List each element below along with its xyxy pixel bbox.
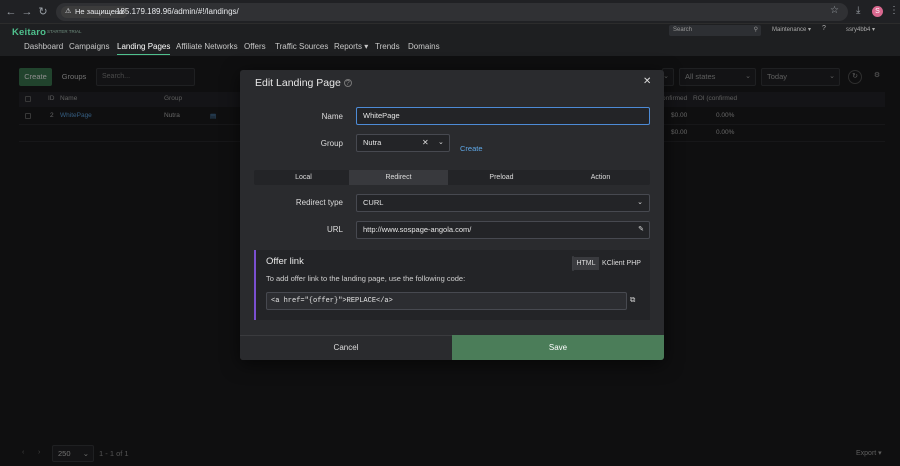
app-header: Keitaro STARTER TRIAL Search ⚲ Maintenan… [0, 24, 900, 56]
tab-redirect[interactable]: Redirect [349, 170, 448, 185]
destination-tabs: Local Redirect Preload Action [254, 170, 650, 185]
nav-offers[interactable]: Offers [244, 42, 266, 51]
reload-icon[interactable]: ↻ [36, 5, 50, 19]
offer-link-description: To add offer link to the landing page, u… [266, 274, 466, 283]
save-button[interactable]: Save [452, 335, 664, 360]
url-text[interactable]: 185.179.189.96/admin/#!/landings/ [116, 6, 239, 18]
group-select[interactable]: Nutra ✕ ⌄ [356, 134, 450, 152]
create-group-link[interactable]: Create [460, 144, 483, 153]
close-icon[interactable]: ✕ [643, 76, 651, 87]
name-field[interactable]: WhitePage [356, 107, 650, 125]
search-icon: ⚲ [753, 27, 758, 33]
code-format-toggle: HTML KClient PHP [572, 256, 641, 271]
redirect-type-label: Redirect type [295, 198, 343, 207]
nav-affiliate-networks[interactable]: Affiliate Networks [176, 42, 238, 51]
tab-preload[interactable]: Preload [452, 170, 551, 185]
warning-icon: ⚠ [65, 8, 72, 15]
global-search-input[interactable]: Search ⚲ [669, 25, 761, 36]
toggle-html[interactable]: HTML [573, 257, 599, 270]
maintenance-menu[interactable]: Maintenance ▾ [772, 26, 811, 33]
url-field[interactable]: http://www.sospage-angola.com/ ✎ [356, 221, 650, 239]
profile-avatar[interactable]: S [872, 6, 883, 17]
offer-code-field[interactable]: <a href="{offer}">REPLACE</a> [266, 292, 627, 310]
menu-icon[interactable]: ⋮ [889, 5, 899, 16]
nav-domains[interactable]: Domains [408, 42, 440, 51]
edit-landing-page-modal: Edit Landing Page? ✕ Name WhitePage Grou… [240, 70, 664, 360]
address-bar[interactable]: ⚠ Не защищено 185.179.189.96/admin/#!/lan… [56, 3, 848, 21]
nav-campaigns[interactable]: Campaigns [69, 42, 109, 51]
nav-traffic-sources[interactable]: Traffic Sources [275, 42, 328, 51]
help-icon[interactable]: ? [343, 79, 352, 88]
nav-dashboard[interactable]: Dashboard [24, 42, 63, 51]
nav-landing-pages[interactable]: Landing Pages [117, 42, 171, 55]
edit-icon[interactable]: ✎ [638, 222, 644, 238]
redirect-type-select[interactable]: CURL ⌄ [356, 194, 650, 212]
logo[interactable]: Keitaro [12, 27, 46, 38]
logo-subtitle: STARTER TRIAL [47, 29, 82, 34]
help-icon[interactable]: ? [822, 25, 826, 32]
name-label: Name [321, 112, 343, 121]
back-icon[interactable]: ← [4, 5, 18, 19]
nav-reports[interactable]: Reports ▾ [334, 42, 368, 51]
offer-link-title: Offer link [266, 256, 304, 267]
nav-trends[interactable]: Trends [375, 42, 400, 51]
forward-icon[interactable]: → [20, 5, 34, 19]
download-icon[interactable]: ⤓ [856, 5, 860, 16]
tab-action[interactable]: Action [551, 170, 650, 185]
user-menu[interactable]: ssry4bb4 ▾ [846, 26, 875, 33]
browser-toolbar: ← → ↻ ⚠ Не защищено 185.179.189.96/admin/… [0, 0, 900, 24]
tab-local[interactable]: Local [254, 170, 353, 185]
cancel-button[interactable]: Cancel [240, 335, 452, 360]
star-icon[interactable]: ☆ [830, 5, 839, 16]
toggle-kclient-php[interactable]: KClient PHP [599, 257, 644, 270]
chevron-down-icon[interactable]: ⌄ [438, 135, 444, 151]
clear-icon[interactable]: ✕ [422, 135, 429, 151]
offer-link-panel: Offer link HTML KClient PHP To add offer… [254, 250, 650, 320]
url-label: URL [326, 225, 343, 234]
modal-title: Edit Landing Page? [255, 77, 352, 89]
chevron-down-icon: ⌄ [637, 199, 643, 206]
copy-icon[interactable]: ⧉ [630, 295, 635, 305]
group-label: Group [320, 139, 343, 148]
